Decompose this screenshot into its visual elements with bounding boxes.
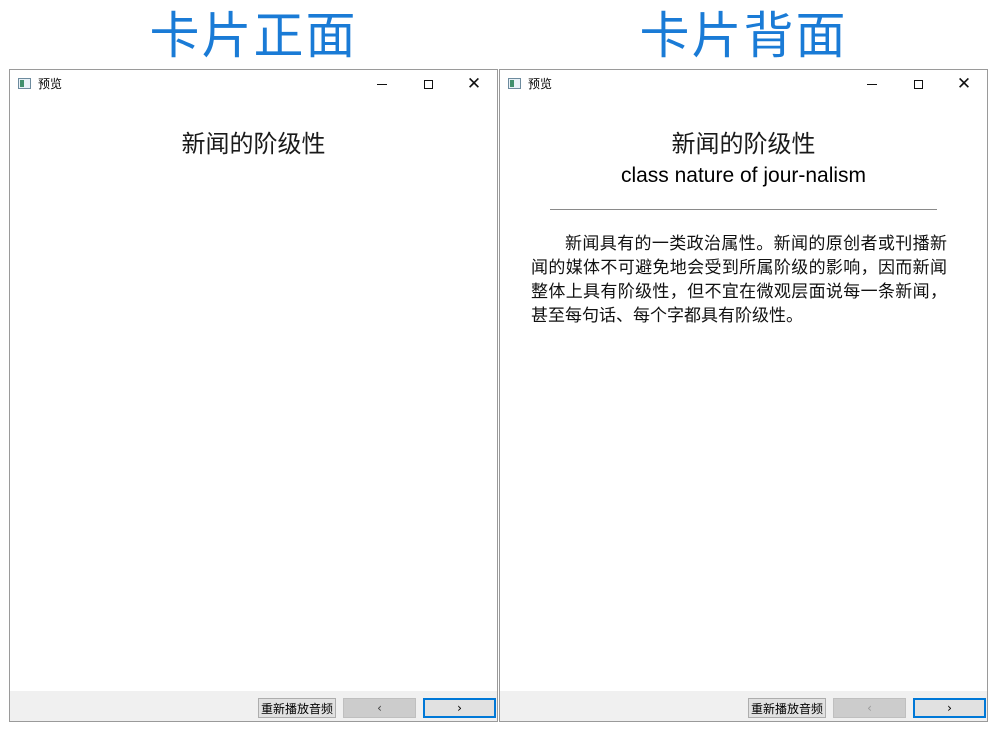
definition-text: 新闻具有的一类政治属性。新闻的原创者或刊播新闻的媒体不可避免地会受到所属阶级的影…	[531, 234, 947, 326]
app-icon	[18, 78, 31, 89]
card-back-content: 新闻的阶级性 class nature of jour-nalism 新闻具有的…	[500, 98, 987, 691]
maximize-button[interactable]	[405, 70, 451, 98]
close-button[interactable]: ✕	[451, 70, 497, 98]
close-icon: ✕	[466, 73, 482, 94]
prev-button[interactable]: ‹	[833, 698, 906, 718]
footer-bar: 重新播放音频 ‹ ›	[10, 691, 497, 721]
preview-window-back: 预览 ✕ 新闻的阶级性 class nature of jour-nalism …	[499, 69, 988, 722]
maximize-icon	[913, 79, 923, 89]
replay-audio-button[interactable]: 重新播放音频	[748, 698, 826, 718]
back-caption: 卡片背面	[639, 7, 848, 65]
footer-bar: 重新播放音频 ‹ ›	[500, 691, 987, 721]
front-caption: 卡片正面	[149, 7, 358, 65]
minimize-icon	[377, 83, 387, 85]
app-icon	[508, 78, 521, 89]
window-title: 预览	[38, 77, 63, 91]
minimize-button[interactable]	[849, 70, 895, 98]
next-button[interactable]: ›	[913, 698, 986, 718]
divider	[550, 209, 937, 210]
term-chinese: 新闻的阶级性	[671, 130, 816, 158]
maximize-button[interactable]	[895, 70, 941, 98]
close-button[interactable]: ✕	[941, 70, 987, 98]
card-front-content: 新闻的阶级性	[10, 98, 497, 691]
maximize-icon	[423, 79, 433, 89]
minimize-icon	[867, 83, 877, 85]
replay-audio-button[interactable]: 重新播放音频	[258, 698, 336, 718]
minimize-button[interactable]	[359, 70, 405, 98]
preview-window-front: 预览 ✕ 新闻的阶级性 重新播放音频 ‹ ›	[9, 69, 498, 722]
term-chinese: 新闻的阶级性	[181, 130, 326, 158]
close-icon: ✕	[956, 73, 972, 94]
title-bar[interactable]: 预览 ✕	[10, 70, 497, 98]
window-title: 预览	[528, 77, 553, 91]
title-bar[interactable]: 预览 ✕	[500, 70, 987, 98]
prev-button[interactable]: ‹	[343, 698, 416, 718]
term-english: class nature of jour-nalism	[620, 164, 867, 187]
next-button[interactable]: ›	[423, 698, 496, 718]
